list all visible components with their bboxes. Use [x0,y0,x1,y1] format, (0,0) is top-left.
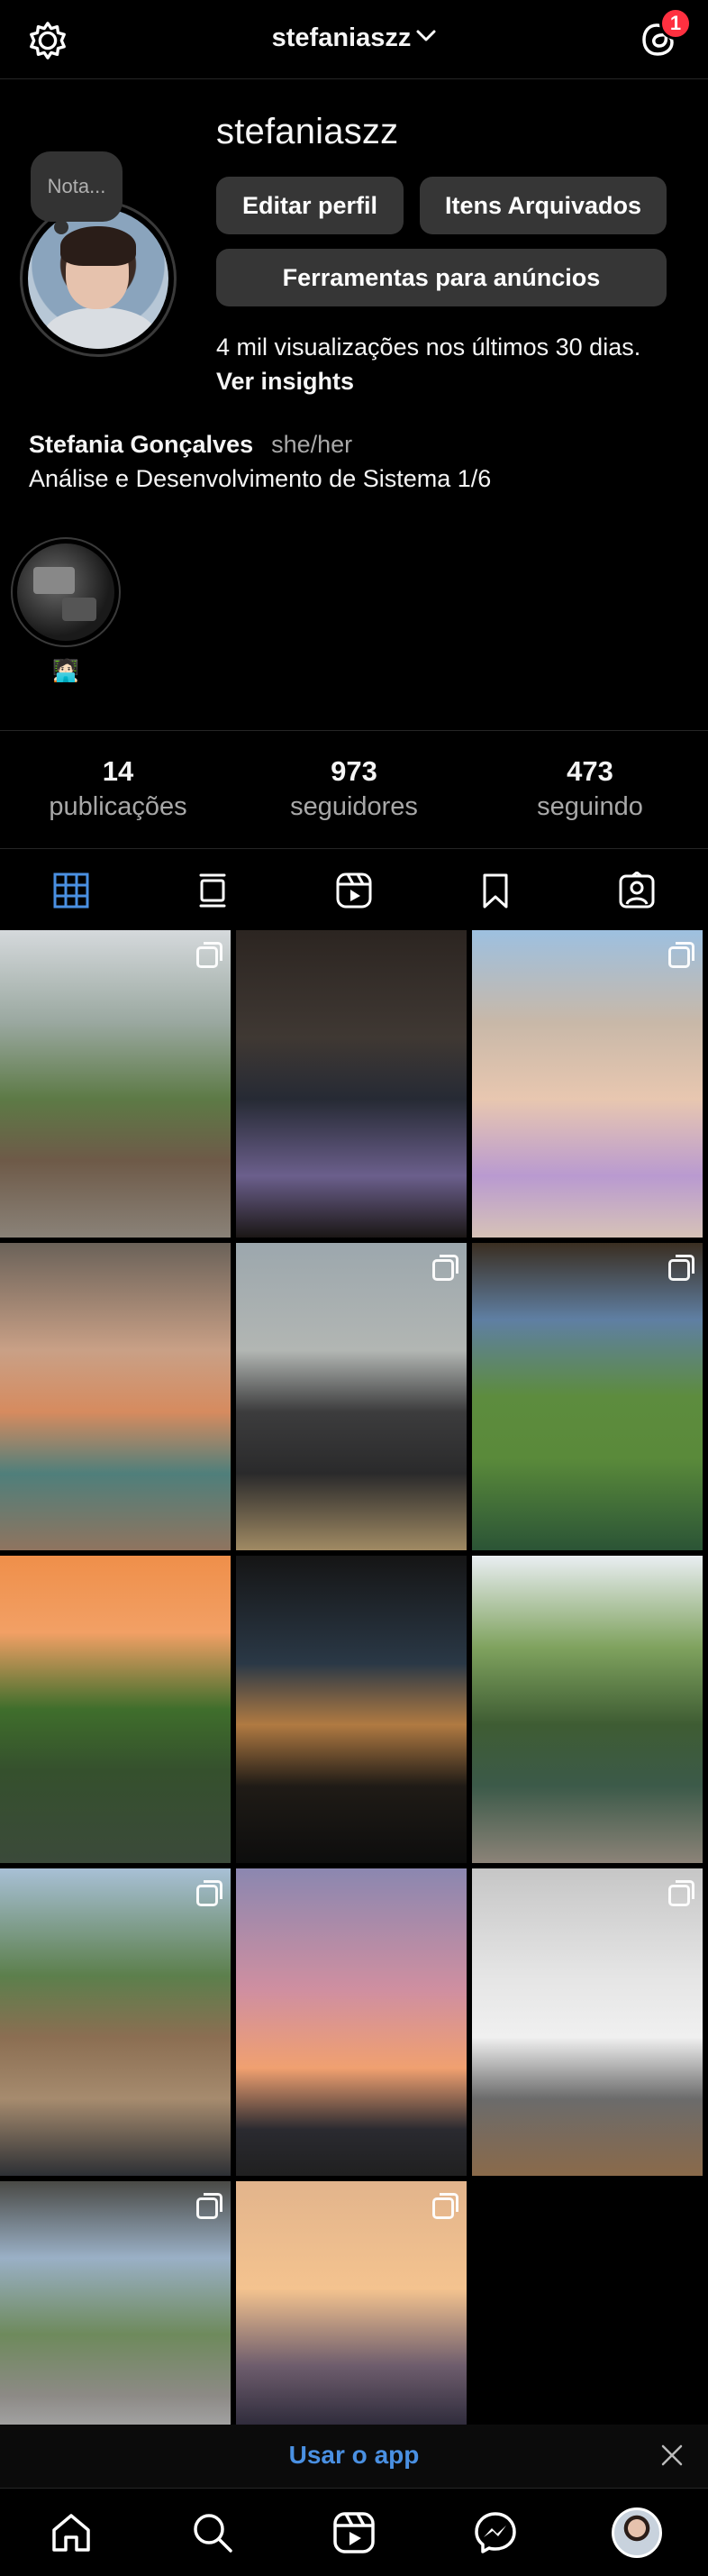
highlight-cover [17,544,114,641]
use-app-link[interactable]: Usar o app [0,2441,708,2470]
account-username: stefaniaszz [271,23,412,52]
reels-icon [333,2511,375,2553]
tab-tagged[interactable] [567,851,708,930]
stat-followers[interactable]: 973 seguidores [236,731,472,848]
stat-value: 473 [567,755,613,787]
post-thumbnail[interactable] [0,1243,231,1550]
post-thumbnail[interactable] [236,930,467,1238]
carousel-icon [196,942,222,968]
messenger-icon [475,2511,516,2553]
insights-summary: 4 mil visualizações nos últimos 30 dias.… [216,330,640,398]
post-thumbnail[interactable] [236,1868,467,2176]
post-thumbnail[interactable] [472,1243,703,1550]
nav-home[interactable] [0,2489,141,2576]
full-name: Stefania Gonçalves [29,431,254,458]
note-bubble[interactable]: Nota... [31,151,123,234]
carousel-icon [196,2193,222,2219]
nav-search[interactable] [141,2489,283,2576]
tab-feed[interactable] [141,851,283,930]
stat-label: seguidores [290,792,418,821]
tab-saved[interactable] [425,851,567,930]
post-thumbnail[interactable] [0,1556,231,1863]
pronouns: she/her [271,431,353,458]
close-icon[interactable] [659,2443,685,2468]
carousel-icon [432,1255,458,1281]
top-bar: stefaniaszz 1 [0,0,708,79]
view-insights-link[interactable]: Ver insights [216,364,640,398]
profile-avatar[interactable] [20,200,177,357]
stat-following[interactable]: 473 seguindo [472,731,708,848]
carousel-icon [668,1880,694,1906]
chevron-down-icon [416,30,436,41]
tab-grid[interactable] [0,851,141,930]
nav-messages[interactable] [425,2489,567,2576]
post-thumbnail[interactable] [0,930,231,1238]
home-icon [51,2513,90,2552]
ad-tools-button[interactable]: Ferramentas para anúncios [216,249,667,306]
carousel-icon [196,1880,222,1906]
edit-profile-button[interactable]: Editar perfil [216,177,404,234]
profile-avatar-icon [612,2507,663,2558]
stat-value: 14 [102,755,134,787]
bio-text: Análise e Desenvolvimento de Sistema 1/6 [29,465,492,492]
account-switcher[interactable]: stefaniaszz [0,23,708,53]
profile-stats: 14 publicações 973 seguidores 473 seguin… [0,730,708,849]
post-thumbnail[interactable] [472,1868,703,2176]
reels-icon [336,872,372,909]
tagged-icon [619,872,655,909]
avatar-image [28,208,168,349]
tab-reels[interactable] [283,851,424,930]
carousel-icon [668,1255,694,1281]
post-thumbnail[interactable] [472,1556,703,1863]
story-highlight[interactable] [11,537,121,647]
saved-icon [483,873,508,909]
profile-username: stefaniaszz [216,112,399,151]
stat-label: seguindo [537,792,643,821]
stat-posts: 14 publicações [0,731,236,848]
views-text: 4 mil visualizações nos últimos 30 dias. [216,333,641,361]
feed-icon [199,873,226,908]
carousel-icon [432,2193,458,2219]
nav-reels[interactable] [283,2489,424,2576]
notification-badge: 1 [659,7,692,40]
stat-label: publicações [49,792,187,821]
highlight-label: 🧑🏻‍💻 [52,659,79,683]
profile-tabs [0,851,708,930]
use-app-banner: Usar o app [0,2425,708,2488]
archived-items-button[interactable]: Itens Arquivados [420,177,667,234]
bottom-nav [0,2488,708,2576]
post-thumbnail[interactable] [236,1243,467,1550]
post-thumbnail[interactable] [0,1868,231,2176]
nav-profile[interactable] [567,2489,708,2576]
carousel-icon [668,942,694,968]
search-icon [194,2513,232,2553]
post-thumbnail[interactable] [236,1556,467,1863]
grid-icon [53,872,89,909]
stat-value: 973 [331,755,377,787]
post-thumbnail[interactable] [472,930,703,1238]
bio-name-row: Stefania Gonçalves she/her [29,431,352,459]
